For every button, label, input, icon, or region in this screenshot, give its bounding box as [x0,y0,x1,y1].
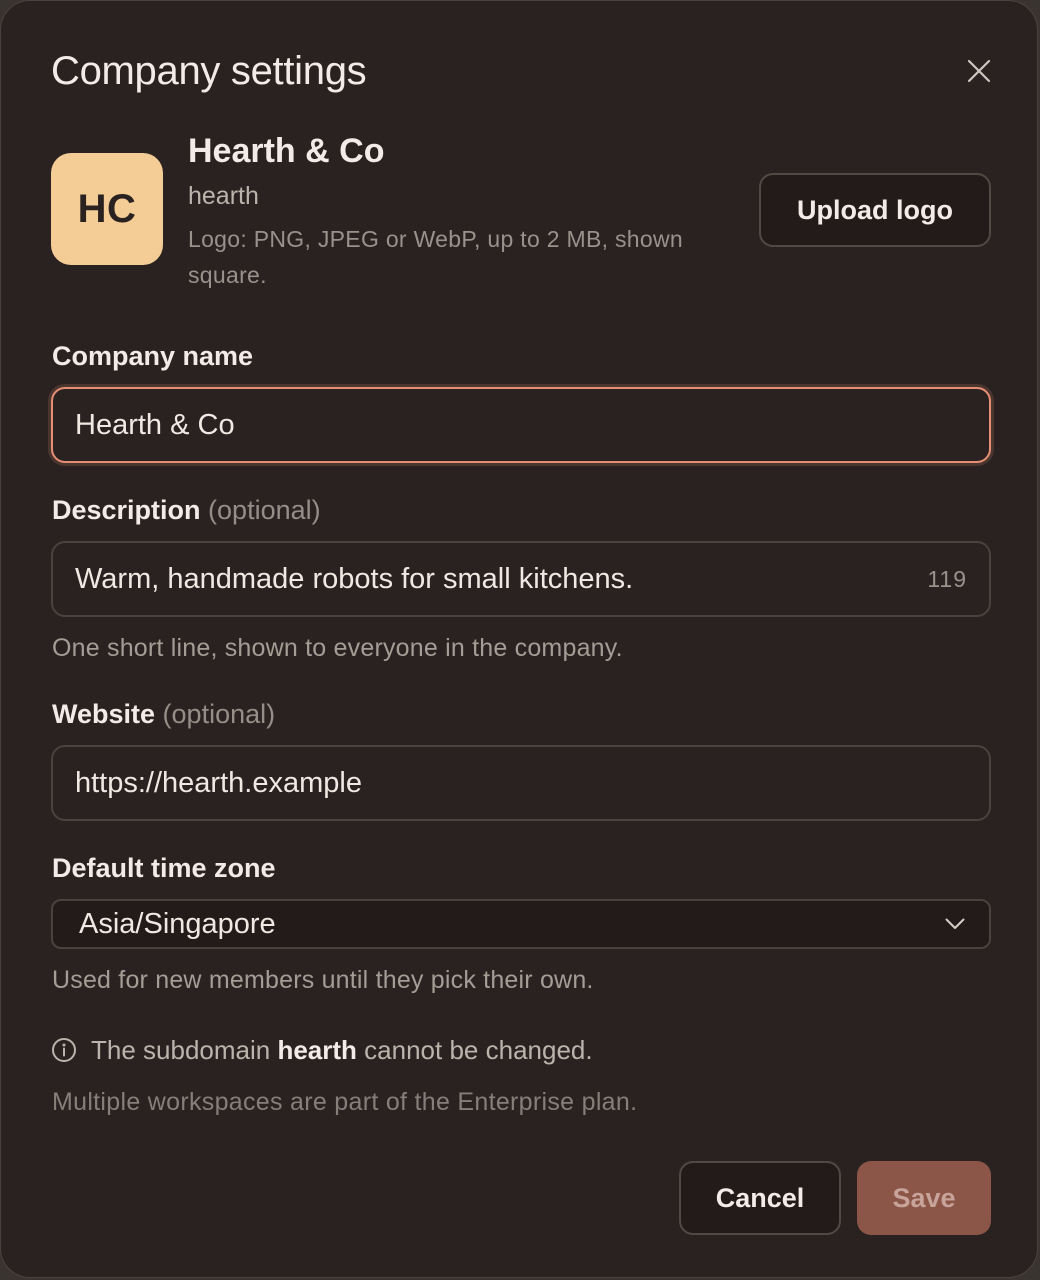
description-help: One short line, shown to everyone in the… [52,634,623,662]
description-input[interactable] [75,562,928,596]
close-button[interactable] [959,53,999,89]
subdomain-note-suffix: cannot be changed. [364,1035,593,1065]
timezone-select[interactable]: Asia/Singapore [51,899,991,949]
company-slug: hearth [188,182,259,210]
timezone-selected: Asia/Singapore [79,907,276,940]
optional-tag: (optional) [208,495,321,525]
timezone-help: Used for new members until they pick the… [52,966,594,994]
company-name-label: Company name [52,341,254,371]
website-label: Website (optional) [52,699,276,729]
optional-tag: (optional) [162,699,276,729]
company-initials: HC [77,186,137,231]
company-settings-dialog: Company settings HC Hearth & Co hearth L… [0,0,1038,1278]
description-field[interactable]: 119 [51,541,991,617]
subdomain-value: hearth [277,1035,357,1065]
character-counter: 119 [927,565,967,592]
subdomain-note: The subdomain hearth cannot be changed. [51,1033,593,1067]
dialog-title: Company settings [51,49,367,93]
upload-logo-button[interactable]: Upload logo [759,173,991,247]
enterprise-note: Multiple workspaces are part of the Ente… [52,1088,638,1116]
logo-hint: Logo: PNG, JPEG or WebP, up to 2 MB, sho… [188,226,683,288]
website-field[interactable] [51,745,991,821]
save-button[interactable]: Save [857,1161,991,1235]
company-name-input[interactable] [75,408,967,442]
website-input[interactable] [75,766,967,800]
chevron-down-icon [945,918,965,929]
description-label: Description (optional) [52,495,321,525]
subdomain-note-prefix: The subdomain [91,1035,271,1065]
company-logo: HC [51,153,163,265]
cancel-button[interactable]: Cancel [679,1161,841,1235]
timezone-label: Default time zone [52,853,276,883]
company-name-field[interactable] [51,387,991,463]
close-icon [967,59,991,83]
info-icon [51,1037,77,1063]
company-display-name: Hearth & Co [188,132,385,170]
